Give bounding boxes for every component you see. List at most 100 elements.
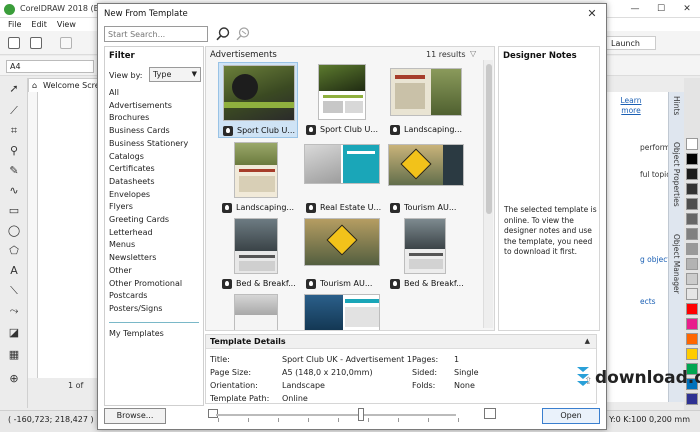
fill-tool-icon[interactable]: ▦ [7, 348, 21, 362]
color-swatch[interactable] [686, 168, 698, 180]
filter-item-letterhead[interactable]: Letterhead [109, 228, 153, 237]
shape-tool-icon[interactable]: ⟋ [7, 104, 21, 118]
maximize-button[interactable]: ☐ [648, 0, 674, 18]
color-swatch[interactable] [686, 153, 698, 165]
welcome-screen-tab[interactable]: Welcome Scre [28, 78, 100, 92]
view-by-select[interactable]: Type ▼ [149, 67, 201, 82]
template-card[interactable]: Landscaping... [386, 62, 466, 138]
template-card[interactable]: Tourism AU... [386, 140, 466, 216]
save-icon[interactable] [60, 37, 72, 49]
rectangle-tool-icon[interactable]: ▭ [7, 204, 21, 218]
template-card[interactable]: Bed & Breakf... [218, 216, 298, 292]
launch-dropdown[interactable]: Launch [604, 36, 656, 50]
filter-item-flyers[interactable]: Flyers [109, 202, 133, 211]
advanced-search-icon[interactable] [235, 26, 251, 42]
color-swatch[interactable] [686, 333, 698, 345]
freehand-tool-icon[interactable]: ✎ [7, 164, 21, 178]
page-size-field[interactable]: A4 [6, 60, 94, 73]
new-document-icon[interactable] [8, 37, 20, 49]
dialog-title: New From Template [104, 9, 188, 19]
color-swatch[interactable] [686, 198, 698, 210]
artistic-media-icon[interactable]: ∿ [7, 184, 21, 198]
template-card[interactable]: Tourism AU... [302, 216, 382, 292]
template-card[interactable]: Sport Club U... [218, 62, 298, 138]
tab-object-manager[interactable]: Object Manager [672, 234, 681, 294]
sort-chevron-icon[interactable]: ▽ [470, 49, 476, 58]
filter-item-envelopes[interactable]: Envelopes [109, 190, 150, 199]
connector-tool-icon[interactable]: ⤳ [7, 304, 21, 318]
hint-link[interactable]: ects [640, 297, 656, 306]
text-tool-icon[interactable]: A [7, 264, 21, 278]
template-card-label: Tourism AU... [304, 278, 382, 290]
filter-item-business-stationery[interactable]: Business Stationery [109, 139, 188, 148]
learn-more-link[interactable]: Learn more [616, 96, 646, 116]
template-card[interactable]: Bed & Breakf... [386, 216, 466, 292]
browse-button[interactable]: Browse... [104, 408, 166, 424]
color-swatch[interactable] [686, 258, 698, 270]
dialog-close-button[interactable]: ✕ [584, 6, 600, 22]
filter-item-business-cards[interactable]: Business Cards [109, 126, 170, 135]
filter-item-postcards[interactable]: Postcards [109, 291, 147, 300]
menu-edit[interactable]: Edit [31, 18, 47, 31]
menu-file[interactable]: File [8, 18, 21, 31]
open-folder-icon[interactable] [30, 37, 42, 49]
open-button[interactable]: Open [542, 408, 600, 424]
ellipse-tool-icon[interactable]: ◯ [7, 224, 21, 238]
add-tool-icon[interactable]: ⊕ [7, 372, 21, 386]
crop-tool-icon[interactable]: ⌗ [7, 124, 21, 138]
color-swatch[interactable] [686, 318, 698, 330]
parallel-dimension-icon[interactable]: ⟍ [7, 284, 21, 298]
templates-scrollbar[interactable] [483, 60, 493, 328]
filter-item-catalogs[interactable]: Catalogs [109, 152, 144, 161]
filter-item-greeting-cards[interactable]: Greeting Cards [109, 215, 169, 224]
polygon-tool-icon[interactable]: ⬠ [7, 244, 21, 258]
template-thumbnail [304, 218, 380, 266]
pick-tool-icon[interactable]: ➚ [7, 82, 21, 96]
filter-item-newsletters[interactable]: Newsletters [109, 253, 156, 262]
template-card[interactable] [218, 292, 298, 330]
search-icon[interactable] [215, 26, 231, 42]
color-swatch[interactable] [686, 273, 698, 285]
color-swatch[interactable] [686, 243, 698, 255]
document-canvas[interactable] [28, 92, 100, 378]
template-card[interactable]: Real Estate U... [302, 140, 382, 216]
color-swatch[interactable] [686, 228, 698, 240]
scrollbar-thumb[interactable] [486, 64, 492, 214]
color-swatch[interactable] [686, 183, 698, 195]
designer-notes-text: The selected template is online. To view… [504, 205, 597, 256]
template-card[interactable] [302, 292, 382, 330]
filter-item-all[interactable]: All [109, 88, 119, 97]
color-swatch[interactable] [686, 213, 698, 225]
filter-item-posters-signs[interactable]: Posters/Signs [109, 304, 162, 313]
tab-object-properties[interactable]: Object Properties [672, 142, 681, 207]
color-swatch[interactable] [686, 288, 698, 300]
template-card[interactable]: Sport Club U... [302, 62, 382, 138]
template-card[interactable]: Landscaping... [218, 140, 298, 216]
app-close-button[interactable]: ✕ [674, 0, 700, 18]
color-swatch[interactable] [686, 138, 698, 150]
filter-item-menus[interactable]: Menus [109, 240, 135, 249]
details-header[interactable]: Template Details ▲ [206, 335, 596, 349]
drop-shadow-icon[interactable]: ◪ [7, 326, 21, 340]
thumbnail-size-slider[interactable] [216, 414, 456, 416]
slider-handle[interactable] [358, 408, 364, 421]
filter-item-brochures[interactable]: Brochures [109, 113, 149, 122]
search-input[interactable] [104, 26, 208, 42]
large-thumbnail-icon[interactable] [484, 408, 496, 419]
collapse-chevron-icon[interactable]: ▲ [585, 337, 590, 345]
filter-item-certificates[interactable]: Certificates [109, 164, 155, 173]
filter-item-datasheets[interactable]: Datasheets [109, 177, 155, 186]
filter-item-other-promotional[interactable]: Other Promotional [109, 279, 182, 288]
template-card-label: Tourism AU... [388, 202, 466, 214]
tab-hints[interactable]: Hints [672, 96, 681, 115]
minimize-button[interactable]: — [622, 0, 648, 18]
filter-item-advertisements[interactable]: Advertisements [109, 101, 172, 110]
page-navigator[interactable]: 1 of [28, 380, 100, 392]
menu-view[interactable]: View [57, 18, 76, 31]
filter-item-other[interactable]: Other [109, 266, 132, 275]
filter-item-my-templates[interactable]: My Templates [109, 329, 164, 338]
zoom-tool-icon[interactable]: ⚲ [7, 144, 21, 158]
window-controls: — ☐ ✕ [622, 0, 700, 18]
color-swatch[interactable] [686, 348, 698, 360]
color-swatch[interactable] [686, 303, 698, 315]
